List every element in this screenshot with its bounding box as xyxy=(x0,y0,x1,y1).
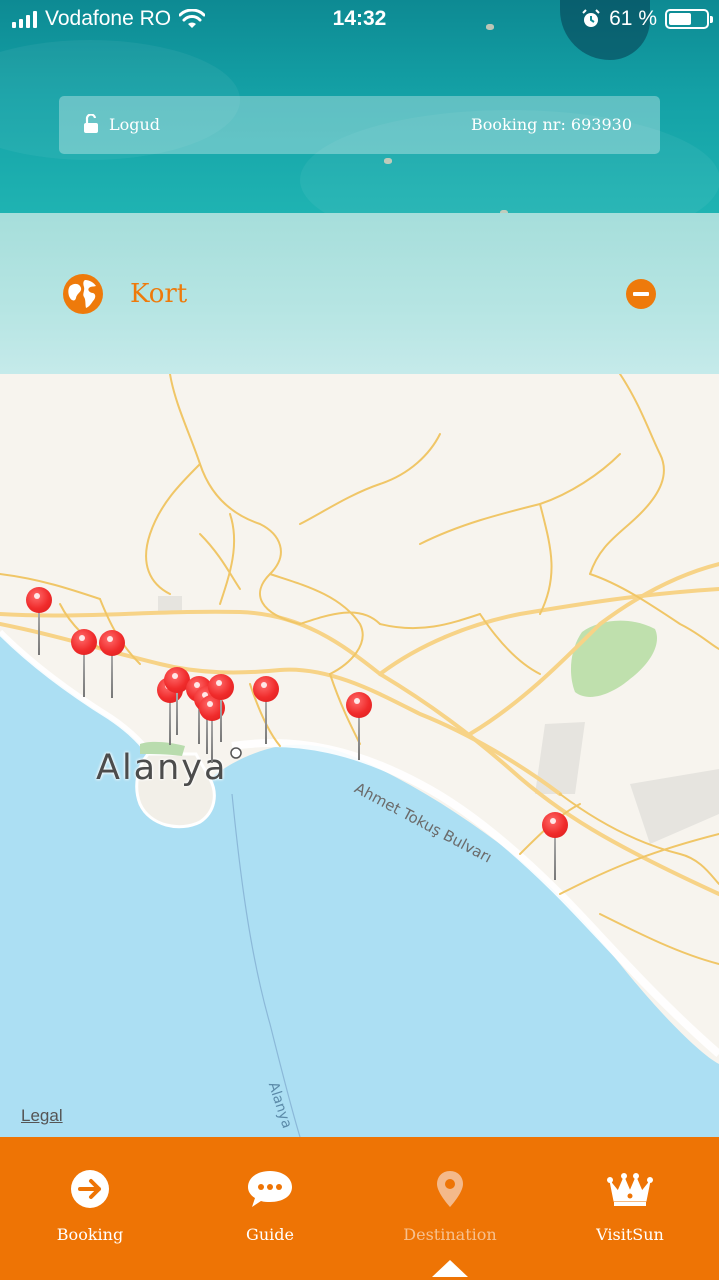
tab-visitsun-label: VisitSun xyxy=(596,1225,664,1244)
tab-booking-label: Booking xyxy=(56,1225,124,1244)
globe-icon xyxy=(63,274,103,314)
status-bar: Vodafone RO 14:32 61 % xyxy=(0,0,719,40)
crown-icon xyxy=(607,1173,653,1206)
tab-bar: Booking Guide Destination VisitSun xyxy=(0,1137,719,1280)
speech-bubble-icon xyxy=(248,1171,292,1207)
active-tab-indicator xyxy=(432,1260,468,1277)
tab-booking[interactable]: Booking xyxy=(0,1137,180,1280)
logout-label: Logud xyxy=(109,114,161,134)
tab-guide[interactable]: Guide xyxy=(180,1137,360,1280)
collapse-button[interactable] xyxy=(626,279,656,309)
battery-percent: 61 % xyxy=(609,7,657,30)
booking-number: Booking nr: 693930 xyxy=(471,115,632,134)
map-section-header[interactable]: Kort xyxy=(0,213,719,374)
unlock-icon xyxy=(84,114,98,133)
arrow-right-circle-icon xyxy=(71,1170,109,1208)
logout-button[interactable]: Logud xyxy=(83,114,160,134)
section-title: Kort xyxy=(130,279,188,309)
location-pin-icon xyxy=(437,1171,463,1207)
tab-visitsun[interactable]: VisitSun xyxy=(540,1137,719,1280)
tab-destination-label: Destination xyxy=(403,1225,497,1244)
account-bar: Logud Booking nr: 693930 xyxy=(59,96,660,154)
tab-destination[interactable]: Destination xyxy=(360,1137,540,1280)
tab-guide-label: Guide xyxy=(246,1225,294,1244)
legal-link[interactable]: Legal xyxy=(21,1106,63,1126)
alarm-icon xyxy=(582,9,600,27)
battery-icon xyxy=(665,9,713,29)
city-label: Alanya xyxy=(96,748,228,788)
map-view[interactable]: Alanya Ahmet Tokuş Bulvarı Alanya Legal xyxy=(0,374,719,1137)
